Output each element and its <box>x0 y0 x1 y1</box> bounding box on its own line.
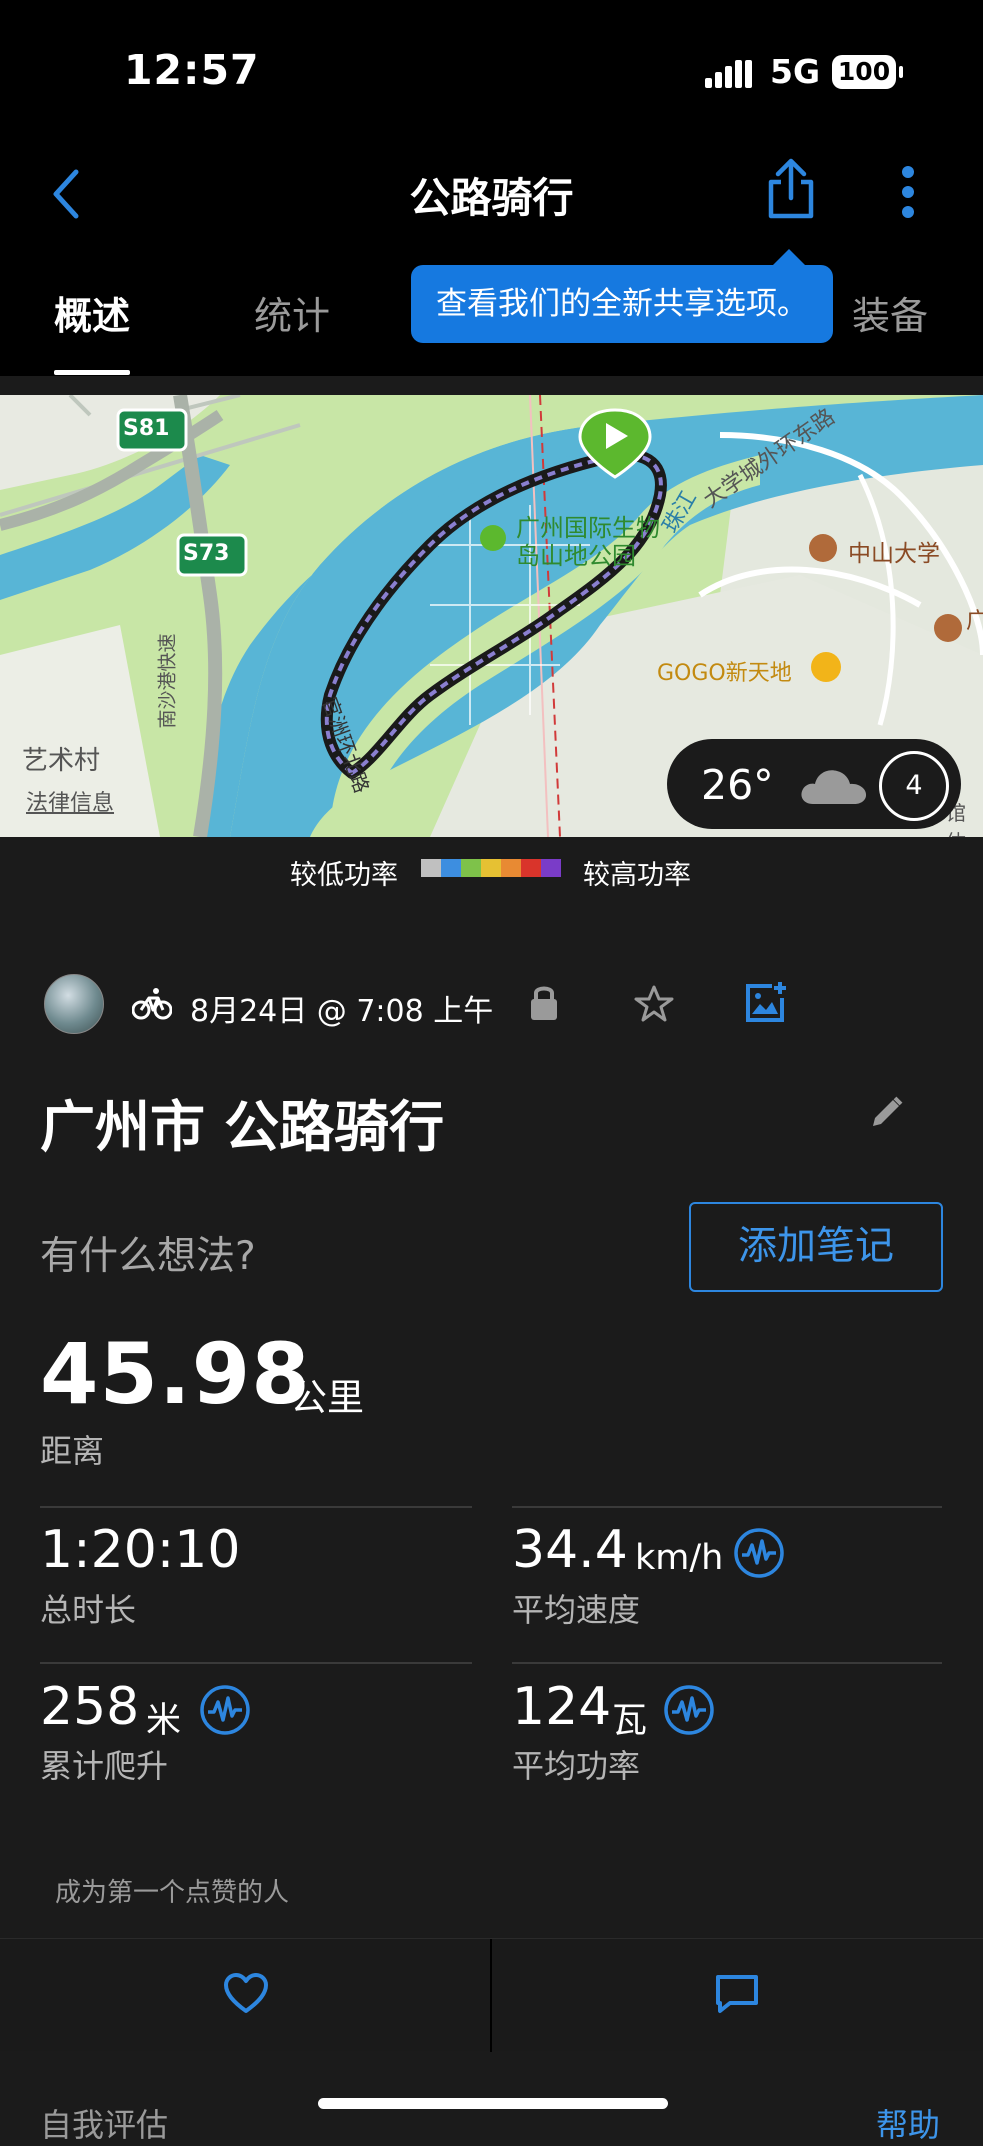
speed-unit: km/h <box>635 1538 724 1578</box>
elevation-unit: 米 <box>146 1701 182 1741</box>
add-photo-icon[interactable] <box>744 980 788 1024</box>
self-evaluation-label: 自我评估 <box>40 2106 169 2144</box>
page-title: 公路骑行 <box>409 174 574 222</box>
temperature: 26° <box>701 761 774 809</box>
power-unit: 瓦 <box>612 1701 648 1741</box>
add-note-button[interactable]: 添加笔记 <box>689 1202 943 1292</box>
action-divider <box>490 1939 492 2052</box>
power-chart-icon[interactable] <box>663 1684 715 1736</box>
power-legend-bar <box>421 859 561 877</box>
distance-value: 45.98 <box>40 1325 311 1423</box>
status-time: 12:57 <box>124 46 260 94</box>
elevation-label: 累计爬升 <box>40 1747 169 1785</box>
tab-stats[interactable]: 统计 <box>254 285 330 340</box>
speed-chart-icon[interactable] <box>733 1527 785 1579</box>
action-bar <box>0 1938 983 2052</box>
map-label-expressway: 南沙港快速 <box>156 633 179 729</box>
elevation-chart-icon[interactable] <box>199 1684 251 1736</box>
help-link[interactable]: 帮助 <box>876 2100 940 2146</box>
star-icon[interactable] <box>634 984 674 1022</box>
duration-label: 总时长 <box>40 1591 137 1629</box>
map-label-edge: 广 <box>966 609 983 634</box>
divider <box>40 1662 472 1664</box>
cloud-icon <box>801 770 867 804</box>
comment-icon[interactable] <box>714 1973 760 2015</box>
distance-unit: 公里 <box>290 1376 364 1419</box>
share-tooltip[interactable]: 查看我们的全新共享选项。 <box>411 249 833 343</box>
activity-title[interactable]: 广州市 公路骑行 <box>40 1082 444 1162</box>
map-label-gogo: GOGO新天地 <box>657 661 792 686</box>
lock-icon[interactable] <box>528 982 560 1022</box>
activity-date: 8月24日 @ 7:08 上午 <box>190 994 494 1029</box>
divider <box>512 1506 942 1508</box>
edit-icon[interactable] <box>869 1094 905 1130</box>
divider <box>40 1506 472 1508</box>
share-icon[interactable] <box>765 158 817 220</box>
divider <box>512 1662 942 1664</box>
network-label: 5G <box>770 52 821 91</box>
status-bar: 12:57 5G 100 <box>0 0 983 140</box>
battery-indicator: 100 <box>832 55 903 89</box>
legend-high-label: 较高功率 <box>583 860 691 891</box>
avatar[interactable] <box>44 974 104 1034</box>
thoughts-prompt[interactable]: 有什么想法? <box>40 1225 256 1281</box>
power-label: 平均功率 <box>512 1747 641 1785</box>
weather-badge: 26° 4 <box>667 739 961 829</box>
bike-icon <box>132 988 172 1020</box>
speed-value: 34.4 <box>512 1520 628 1580</box>
power-value: 124 <box>512 1677 612 1737</box>
tab-overview[interactable]: 概述 <box>54 285 130 340</box>
tab-gear[interactable]: 装备 <box>852 285 928 340</box>
home-indicator <box>318 2098 668 2109</box>
map-label-sysu: 中山大学 <box>848 541 940 567</box>
distance-label: 距离 <box>40 1432 105 1470</box>
duration-value: 1:20:10 <box>40 1520 241 1580</box>
wind-indicator: 4 <box>879 751 949 821</box>
map-label-art-village: 艺术村 <box>22 746 101 776</box>
like-prompt: 成为第一个点赞的人 <box>55 1878 290 1908</box>
speed-label: 平均速度 <box>512 1591 641 1629</box>
signal-icon <box>705 60 752 88</box>
elevation-value: 258 <box>40 1677 140 1737</box>
legend-low-label: 较低功率 <box>290 860 398 891</box>
legal-info-link[interactable]: 法律信息 <box>26 785 114 817</box>
more-options-icon[interactable] <box>900 164 916 220</box>
tab-active-indicator <box>54 370 130 375</box>
highway-s81-label: S81 <box>123 416 170 441</box>
like-heart-icon[interactable] <box>222 1971 270 2015</box>
highway-s73-label: S73 <box>183 541 230 566</box>
map-label-park: 广州国际生物 岛山地公园 <box>516 514 660 570</box>
